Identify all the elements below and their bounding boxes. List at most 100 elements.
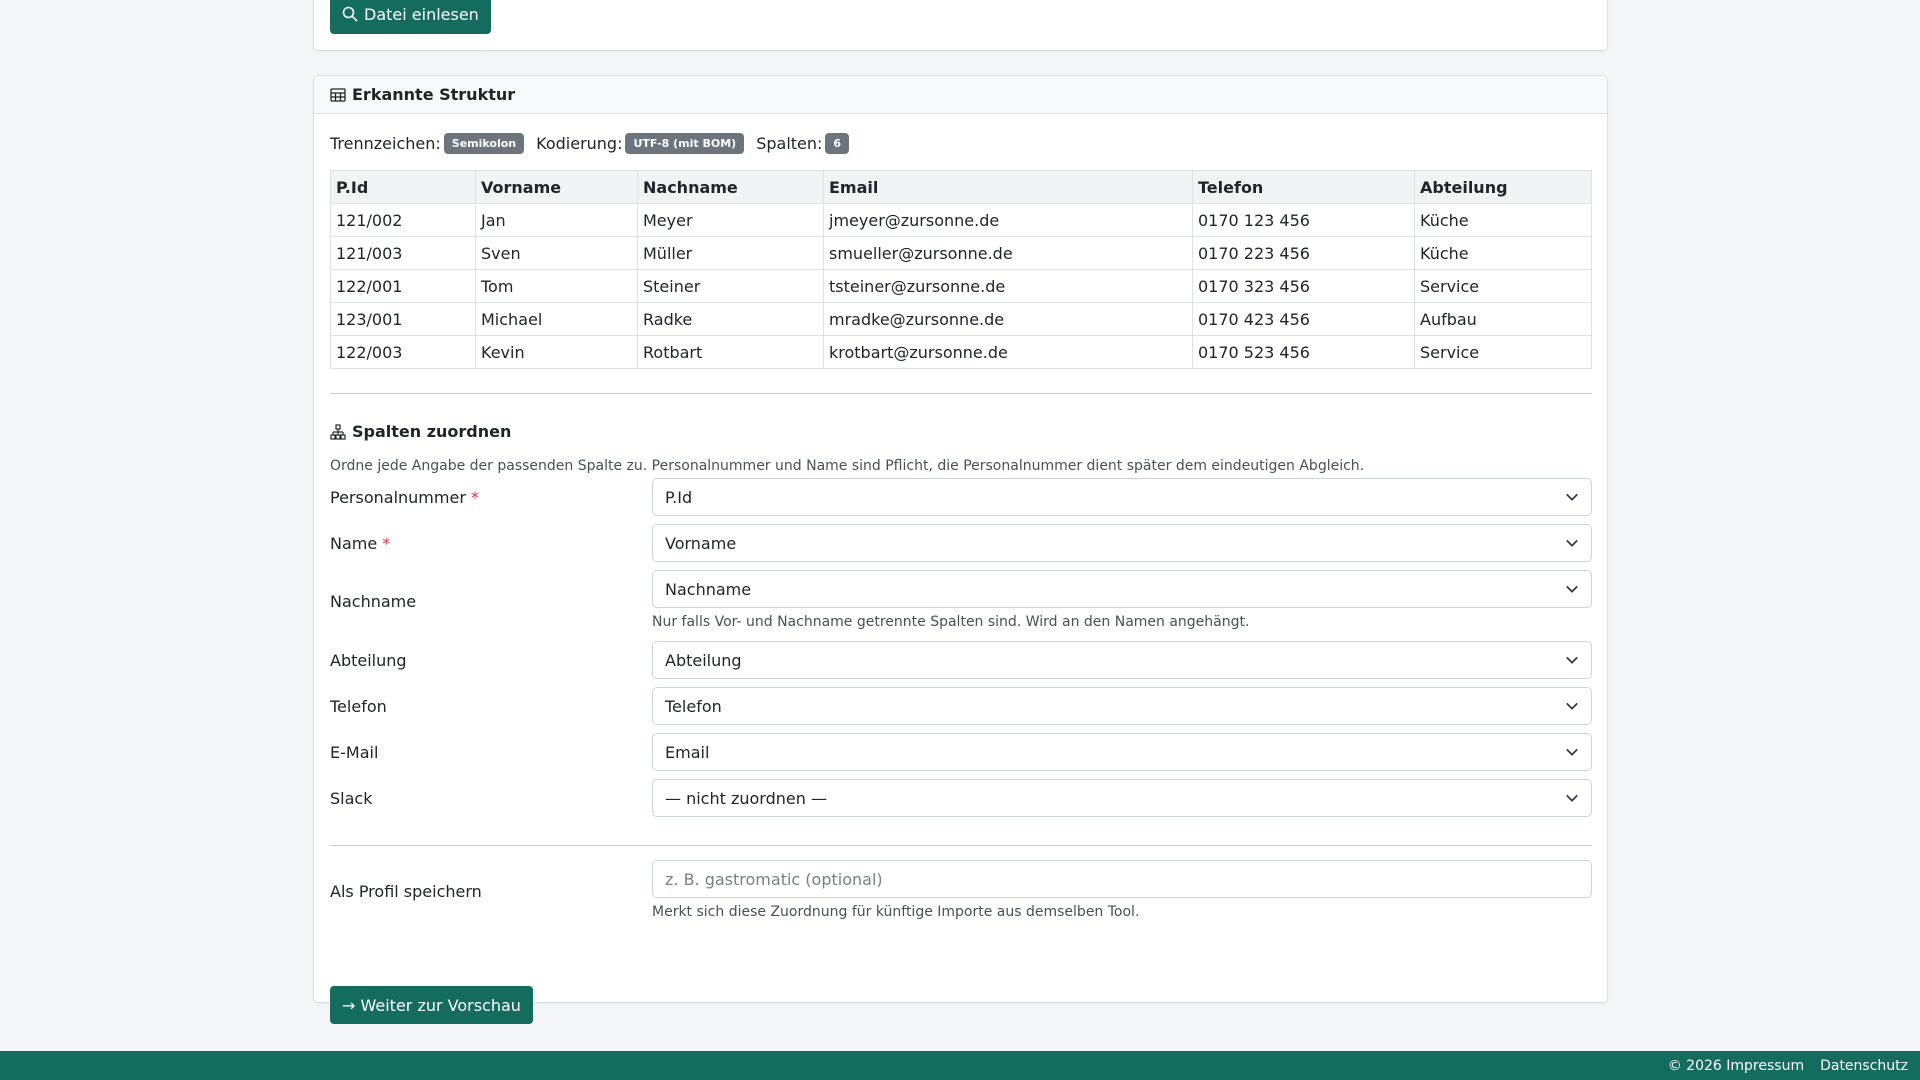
impressum-link[interactable]: © 2026 Impressum — [1668, 1058, 1804, 1074]
table-cell: 0170 423 456 — [1192, 302, 1415, 336]
abteilung-select-value: Abteilung — [665, 650, 742, 670]
table-cell: Kevin — [475, 335, 638, 369]
table-cell: 0170 323 456 — [1192, 269, 1415, 303]
email-label: E-Mail — [330, 743, 379, 762]
chevron-down-icon — [1566, 656, 1578, 664]
table-cell: Radke — [637, 302, 824, 336]
table-cell: Jan — [475, 203, 638, 237]
footer: © 2026 Impressum Datenschutz — [0, 1051, 1920, 1080]
table-cell: Küche — [1414, 203, 1592, 237]
table-cell: Service — [1414, 269, 1592, 303]
datenschutz-link[interactable]: Datenschutz — [1820, 1058, 1908, 1074]
slack-select[interactable]: — nicht zuordnen — — [652, 779, 1592, 817]
table-cell: 122/003 — [330, 335, 476, 369]
personalnummer-select[interactable]: P.Id — [652, 478, 1592, 516]
divider — [330, 393, 1592, 394]
table-row: 122/001 Tom Steiner tsteiner@zursonne.de… — [330, 269, 1592, 303]
chevron-down-icon — [1566, 748, 1578, 756]
table-cell: Meyer — [637, 203, 824, 237]
separator-label: Trennzeichen: — [330, 134, 441, 153]
chevron-down-icon — [1566, 493, 1578, 501]
personalnummer-label: Personalnummer * — [330, 488, 479, 507]
mapping-section-title: Spalten zuordnen — [330, 422, 511, 441]
table-header-cell: Abteilung — [1414, 170, 1592, 204]
read-file-button[interactable]: Datei einlesen — [330, 0, 491, 34]
table-cell: Müller — [637, 236, 824, 270]
table-row: 121/003 Sven Müller smueller@zursonne.de… — [330, 236, 1592, 270]
structure-card-header: Erkannte Struktur — [314, 76, 1607, 114]
table-cell: Tom — [475, 269, 638, 303]
chevron-down-icon — [1566, 539, 1578, 547]
structure-table: P.Id Vorname Nachname Email Telefon Abte… — [330, 170, 1592, 369]
table-cell: 0170 523 456 — [1192, 335, 1415, 369]
table-cell: 0170 123 456 — [1192, 203, 1415, 237]
table-header-cell: P.Id — [330, 170, 476, 204]
nachname-select[interactable]: Nachname — [652, 570, 1592, 608]
table-cell: jmeyer@zursonne.de — [823, 203, 1193, 237]
read-file-label: Datei einlesen — [364, 4, 479, 24]
continue-to-preview-button[interactable]: → Weiter zur Vorschau — [330, 986, 533, 1024]
personalnummer-label-text: Personalnummer — [330, 488, 466, 507]
profile-name-input[interactable] — [652, 860, 1592, 898]
encoding-label: Kodierung: — [536, 134, 623, 153]
table-cell: Aufbau — [1414, 302, 1592, 336]
mapping-title: Spalten zuordnen — [352, 422, 512, 441]
search-icon — [342, 6, 358, 22]
name-label: Name * — [330, 534, 390, 553]
name-label-text: Name — [330, 534, 378, 553]
nachname-select-value: Nachname — [665, 579, 752, 599]
name-select-value: Vorname — [665, 533, 737, 553]
profile-label: Als Profil speichern — [330, 882, 482, 901]
table-cell: Sven — [475, 236, 638, 270]
abteilung-select[interactable]: Abteilung — [652, 641, 1592, 679]
table-row: 121/002 Jan Meyer jmeyer@zursonne.de 017… — [330, 203, 1592, 237]
divider — [330, 845, 1592, 846]
table-icon — [330, 87, 346, 102]
chevron-down-icon — [1566, 702, 1578, 710]
table-header-cell: Email — [823, 170, 1193, 204]
table-cell: tsteiner@zursonne.de — [823, 269, 1193, 303]
table-cell: 121/002 — [330, 203, 476, 237]
profile-help: Merkt sich diese Zuordnung für künftige … — [652, 904, 1140, 920]
columns-badge: 6 — [825, 133, 850, 154]
email-select[interactable]: Email — [652, 733, 1592, 771]
chevron-down-icon — [1566, 585, 1578, 593]
diagram-icon — [330, 423, 346, 440]
encoding-badge: UTF-8 (mit BOM) — [625, 133, 745, 154]
nachname-help: Nur falls Vor- und Nachname getrennte Sp… — [652, 614, 1250, 630]
required-marker: * — [382, 534, 391, 553]
nachname-label: Nachname — [330, 592, 417, 611]
table-cell: mradke@zursonne.de — [823, 302, 1193, 336]
structure-card: Erkannte Struktur Trennzeichen: Semikolo… — [313, 75, 1608, 1024]
name-select[interactable]: Vorname — [652, 524, 1592, 562]
table-cell: Steiner — [637, 269, 824, 303]
telefon-label: Telefon — [330, 697, 387, 716]
slack-label: Slack — [330, 789, 373, 808]
table-cell: 122/001 — [330, 269, 476, 303]
email-select-value: Email — [665, 742, 710, 762]
slack-select-value: — nicht zuordnen — — [665, 788, 827, 808]
upload-card: Datei einlesen — [313, 0, 1608, 51]
structure-meta: Trennzeichen: Semikolon Kodierung: UTF-8… — [330, 133, 861, 154]
chevron-down-icon — [1566, 794, 1578, 802]
table-cell: krotbart@zursonne.de — [823, 335, 1193, 369]
table-cell: 123/001 — [330, 302, 476, 336]
table-cell: Rotbart — [637, 335, 824, 369]
mapping-description: Ordne jede Angabe der passenden Spalte z… — [330, 458, 1365, 474]
telefon-select-value: Telefon — [665, 696, 722, 716]
table-cell: Service — [1414, 335, 1592, 369]
table-row: 122/003 Kevin Rotbart krotbart@zursonne.… — [330, 335, 1592, 369]
structure-title: Erkannte Struktur — [352, 85, 516, 104]
table-cell: Michael — [475, 302, 638, 336]
required-marker: * — [470, 488, 479, 507]
abteilung-label: Abteilung — [330, 651, 407, 670]
personalnummer-select-value: P.Id — [665, 487, 693, 507]
telefon-select[interactable]: Telefon — [652, 687, 1592, 725]
table-cell: 121/003 — [330, 236, 476, 270]
table-header-cell: Telefon — [1192, 170, 1415, 204]
table-cell: 0170 223 456 — [1192, 236, 1415, 270]
table-row: 123/001 Michael Radke mradke@zursonne.de… — [330, 302, 1592, 336]
table-cell: smueller@zursonne.de — [823, 236, 1193, 270]
columns-label: Spalten: — [756, 134, 823, 153]
table-header-row: P.Id Vorname Nachname Email Telefon Abte… — [330, 170, 1592, 204]
